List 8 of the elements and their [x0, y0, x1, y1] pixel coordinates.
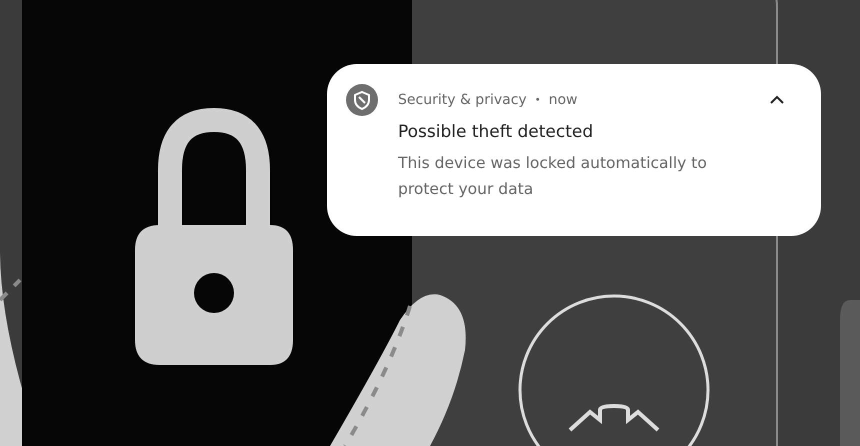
app-name: Security & privacy [398, 92, 527, 108]
notification-body: This device was locked automatically to protect your data [398, 153, 708, 200]
separator-dot: • [534, 94, 541, 106]
timestamp: now [548, 92, 578, 108]
chevron-icon[interactable] [769, 95, 785, 105]
notification-title: Possible theft detected [398, 122, 594, 142]
notification-card[interactable]: Security & privacy • now Possible theft detected This device was locked automatically to protect your data [327, 64, 821, 236]
shield-icon [346, 84, 378, 116]
